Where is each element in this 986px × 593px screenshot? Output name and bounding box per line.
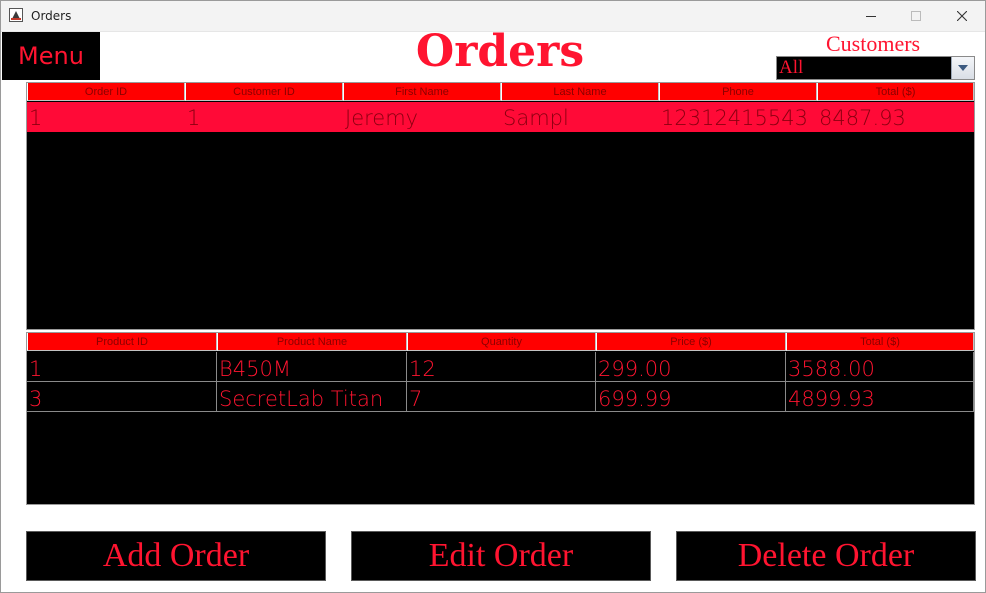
column-header[interactable]: Price ($) [596,333,786,351]
minimize-icon [866,15,876,17]
table-cell: 1 [187,106,201,130]
table-row[interactable]: 3 SecretLab Titan 7 699.99 4899.93 [27,382,974,412]
maximize-button[interactable] [893,0,939,31]
orders-table[interactable]: Order ID Customer ID First Name Last Nam… [26,82,975,330]
column-header[interactable]: Product Name [217,333,407,351]
delete-order-button[interactable]: Delete Order [676,531,976,581]
customers-selected-value: All [779,57,804,78]
table-cell: 3 [27,382,217,412]
column-header[interactable]: Phone [659,83,817,101]
table-cell: B450M [217,352,407,382]
column-header[interactable]: First Name [343,83,501,101]
add-order-button[interactable]: Add Order [26,531,326,581]
table-cell: 8487.93 [819,106,906,130]
orders-table-header: Order ID Customer ID First Name Last Nam… [27,83,974,101]
table-cell: Sampl [503,106,569,130]
page-title: Orders [415,26,585,77]
chevron-down-icon [958,65,968,71]
table-cell: 699.99 [596,382,786,412]
table-cell: 12 [407,352,596,382]
table-cell: 3588.00 [786,352,974,382]
table-cell: 1 [27,352,217,382]
table-row[interactable]: 1 1 Jeremy Sampl 12312415543 8487.93 [27,102,974,132]
minimize-button[interactable] [848,0,894,31]
close-button[interactable] [939,0,985,31]
close-icon [957,10,967,21]
table-row[interactable]: 1 B450M 12 299.00 3588.00 [27,352,974,382]
app-icon [9,8,23,22]
column-header[interactable]: Quantity [407,333,596,351]
maximize-icon [911,10,921,21]
table-cell: 1 [29,106,43,130]
column-header[interactable]: Total ($) [817,83,974,101]
order-products-table[interactable]: Product ID Product Name Quantity Price (… [26,332,975,505]
dropdown-arrow[interactable] [951,57,974,79]
products-table-header: Product ID Product Name Quantity Price (… [27,333,974,351]
customers-select[interactable]: All [776,56,975,80]
column-header[interactable]: Order ID [27,83,185,101]
edit-order-button[interactable]: Edit Order [351,531,651,581]
window-title: Orders [31,9,72,23]
customers-label: Customers [826,31,921,56]
column-header[interactable]: Product ID [27,333,217,351]
column-header[interactable]: Last Name [501,83,659,101]
table-cell: 12312415543 [661,106,808,130]
table-cell: 4899.93 [786,382,974,412]
table-cell: 299.00 [596,352,786,382]
table-cell: SecretLab Titan [217,382,407,412]
table-cell: Jeremy [345,106,419,130]
column-header[interactable]: Customer ID [185,83,343,101]
column-header[interactable]: Total ($) [786,333,974,351]
table-cell: 7 [407,382,596,412]
menu-button[interactable]: Menu [2,32,100,80]
